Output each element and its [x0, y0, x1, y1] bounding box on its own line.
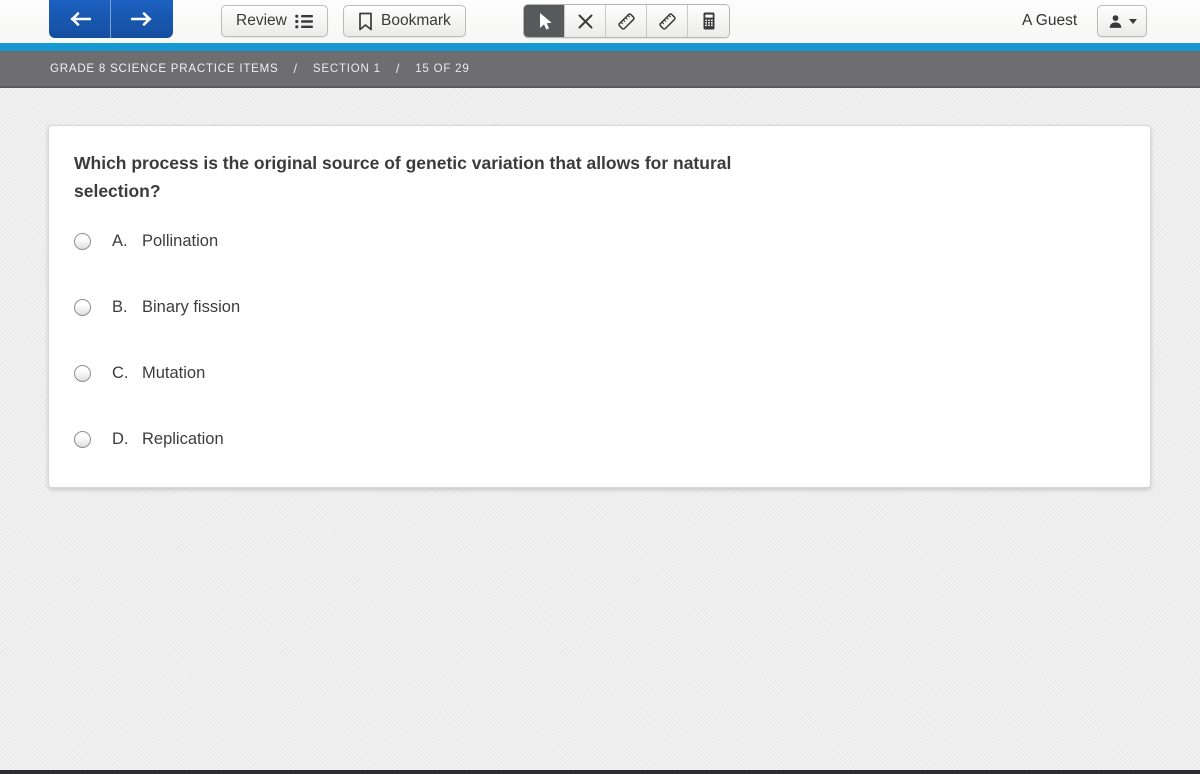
answer-option-b[interactable]: B. Binary fission: [74, 295, 1125, 320]
review-button-label: Review: [236, 12, 287, 29]
breadcrumb-section: SECTION 1: [312, 62, 381, 75]
option-letter: C.: [112, 364, 129, 382]
radio-button[interactable]: [74, 365, 91, 382]
tool-ruler-secondary[interactable]: [647, 5, 688, 37]
breadcrumb-progress: 15 OF 29: [415, 62, 470, 75]
breadcrumb-separator: /: [293, 61, 298, 76]
ruler-icon: [616, 11, 637, 32]
tool-answer-eliminator[interactable]: [565, 5, 606, 37]
ruler-icon: [657, 11, 678, 32]
breadcrumb: GRADE 8 SCIENCE PRACTICE ITEMS / SECTION…: [0, 51, 1200, 88]
answer-option-a[interactable]: A. Pollination: [74, 229, 1125, 254]
question-text: Which process is the original source of …: [74, 153, 732, 201]
tool-palette: [523, 4, 730, 38]
option-text: Replication: [142, 430, 224, 448]
person-icon: [1107, 13, 1124, 30]
cursor-icon: [534, 11, 554, 31]
question-card: Which process is the original source of …: [48, 125, 1151, 488]
bookmark-button[interactable]: Bookmark: [343, 5, 466, 37]
option-letter: A.: [112, 232, 128, 250]
tool-calculator[interactable]: [688, 5, 729, 37]
breadcrumb-separator: /: [395, 61, 401, 76]
top-toolbar: Review Bookmark A Guest: [0, 0, 1200, 43]
previous-question-button[interactable]: [49, 0, 111, 38]
bookmark-button-label: Bookmark: [381, 12, 451, 29]
answer-option-c[interactable]: C. Mutation: [74, 361, 1125, 386]
breadcrumb-test-name: GRADE 8 SCIENCE PRACTICE ITEMS: [50, 62, 279, 75]
chevron-down-icon: [1129, 18, 1137, 24]
x-icon: [577, 13, 594, 30]
radio-button[interactable]: [74, 299, 91, 316]
answer-option-d[interactable]: D. Replication: [74, 427, 1125, 452]
radio-button[interactable]: [74, 431, 91, 448]
option-letter: D.: [112, 430, 129, 448]
arrow-right-icon: [131, 12, 153, 26]
user-name-label: A Guest: [1022, 12, 1078, 29]
calculator-icon: [699, 11, 719, 31]
arrow-left-icon: [69, 12, 91, 26]
option-letter: B.: [112, 298, 128, 316]
tool-pointer[interactable]: [524, 5, 565, 37]
option-text: Mutation: [142, 364, 206, 382]
bookmark-icon: [358, 12, 373, 31]
review-button[interactable]: Review: [221, 5, 328, 37]
user-menu-button[interactable]: [1097, 5, 1147, 37]
accent-strip: [0, 43, 1200, 51]
list-icon: [295, 14, 313, 29]
question-nav-group: [49, 0, 173, 38]
bottom-edge-bar: [0, 770, 1200, 774]
radio-button[interactable]: [74, 233, 91, 250]
next-question-button[interactable]: [111, 0, 173, 38]
option-text: Binary fission: [142, 298, 241, 316]
tool-ruler[interactable]: [606, 5, 647, 37]
option-text: Pollination: [142, 232, 219, 250]
